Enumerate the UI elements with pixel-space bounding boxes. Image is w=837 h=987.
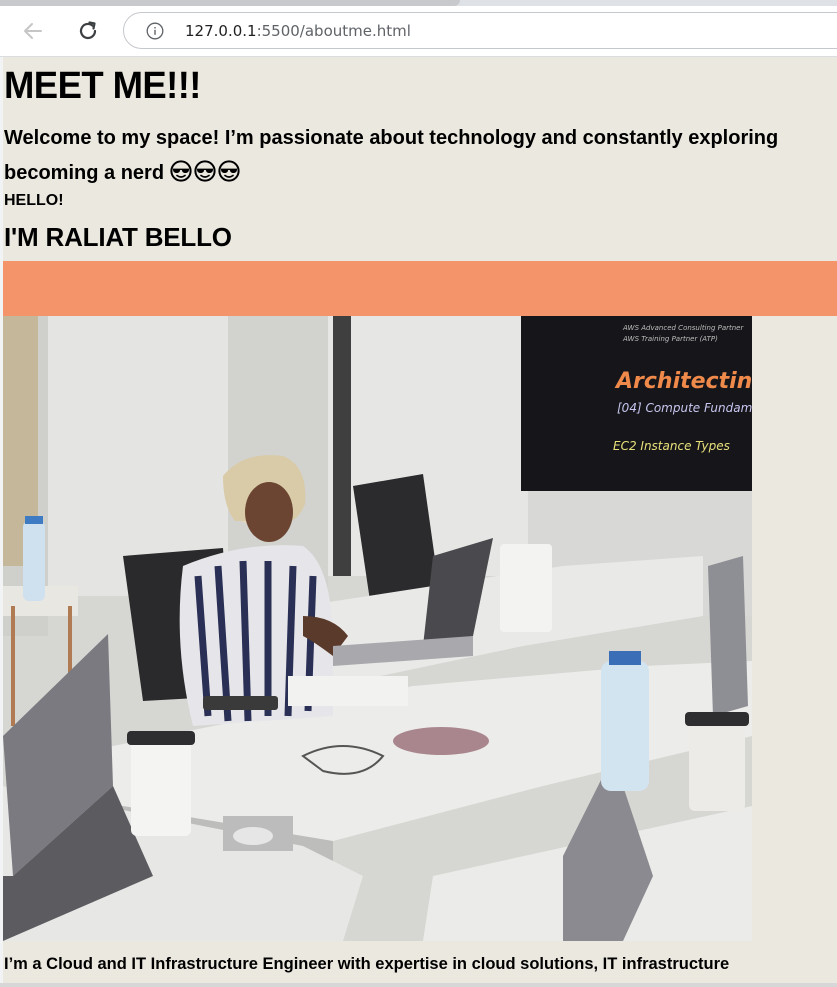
intro-line-2-text: becoming a nerd	[4, 162, 165, 184]
reload-icon	[79, 21, 97, 40]
screen-line-1: AWS Advanced Consulting Partner	[622, 324, 744, 332]
sunglasses-face-icon	[218, 160, 240, 182]
url-host: 127.0.0.1	[185, 22, 257, 40]
page-heading: MEET ME!!!	[4, 65, 201, 107]
page-viewport: MEET ME!!! Welcome to my space! I’m pass…	[3, 57, 837, 983]
arrow-left-icon	[24, 23, 42, 39]
url-path: :5500/aboutme.html	[256, 22, 411, 40]
sunglasses-face-icon	[170, 160, 192, 182]
screen-line-2: AWS Training Partner (ATP)	[622, 335, 718, 343]
intro-line-2: becoming a nerd	[4, 156, 837, 191]
screen-topic: EC2 Instance Types	[613, 439, 730, 453]
screen-title: Architecting	[614, 369, 752, 394]
classroom-photo: AWS Advanced Consulting Partner AWS Trai…	[3, 316, 752, 941]
orange-banner	[3, 261, 837, 316]
back-button[interactable]	[17, 15, 49, 47]
sunglasses-face-icon	[194, 160, 216, 182]
intro-paragraph: Welcome to my space! I’m passionate abou…	[4, 121, 837, 191]
sunglasses-emoji-group	[170, 160, 240, 182]
intro-line-1: Welcome to my space! I’m passionate abou…	[4, 127, 779, 149]
screen-subtitle: [04] Compute Fundam	[617, 401, 752, 415]
hello-heading: HELLO!	[4, 192, 64, 209]
bio-text: I’m a Cloud and IT Infrastructure Engine…	[4, 955, 730, 973]
browser-toolbar: 127.0.0.1:5500/aboutme.html	[0, 0, 837, 57]
horizontal-scrollbar[interactable]	[0, 983, 837, 987]
tab-strip	[0, 0, 837, 6]
site-info-icon[interactable]	[146, 22, 164, 40]
profile-photo: AWS Advanced Consulting Partner AWS Trai…	[3, 316, 752, 941]
reload-button[interactable]	[72, 15, 104, 47]
active-tab-edge[interactable]	[0, 0, 460, 6]
url-text[interactable]: 127.0.0.1:5500/aboutme.html	[185, 22, 411, 40]
address-bar[interactable]: 127.0.0.1:5500/aboutme.html	[123, 12, 837, 49]
name-heading: I'M RALIAT BELLO	[4, 222, 232, 252]
